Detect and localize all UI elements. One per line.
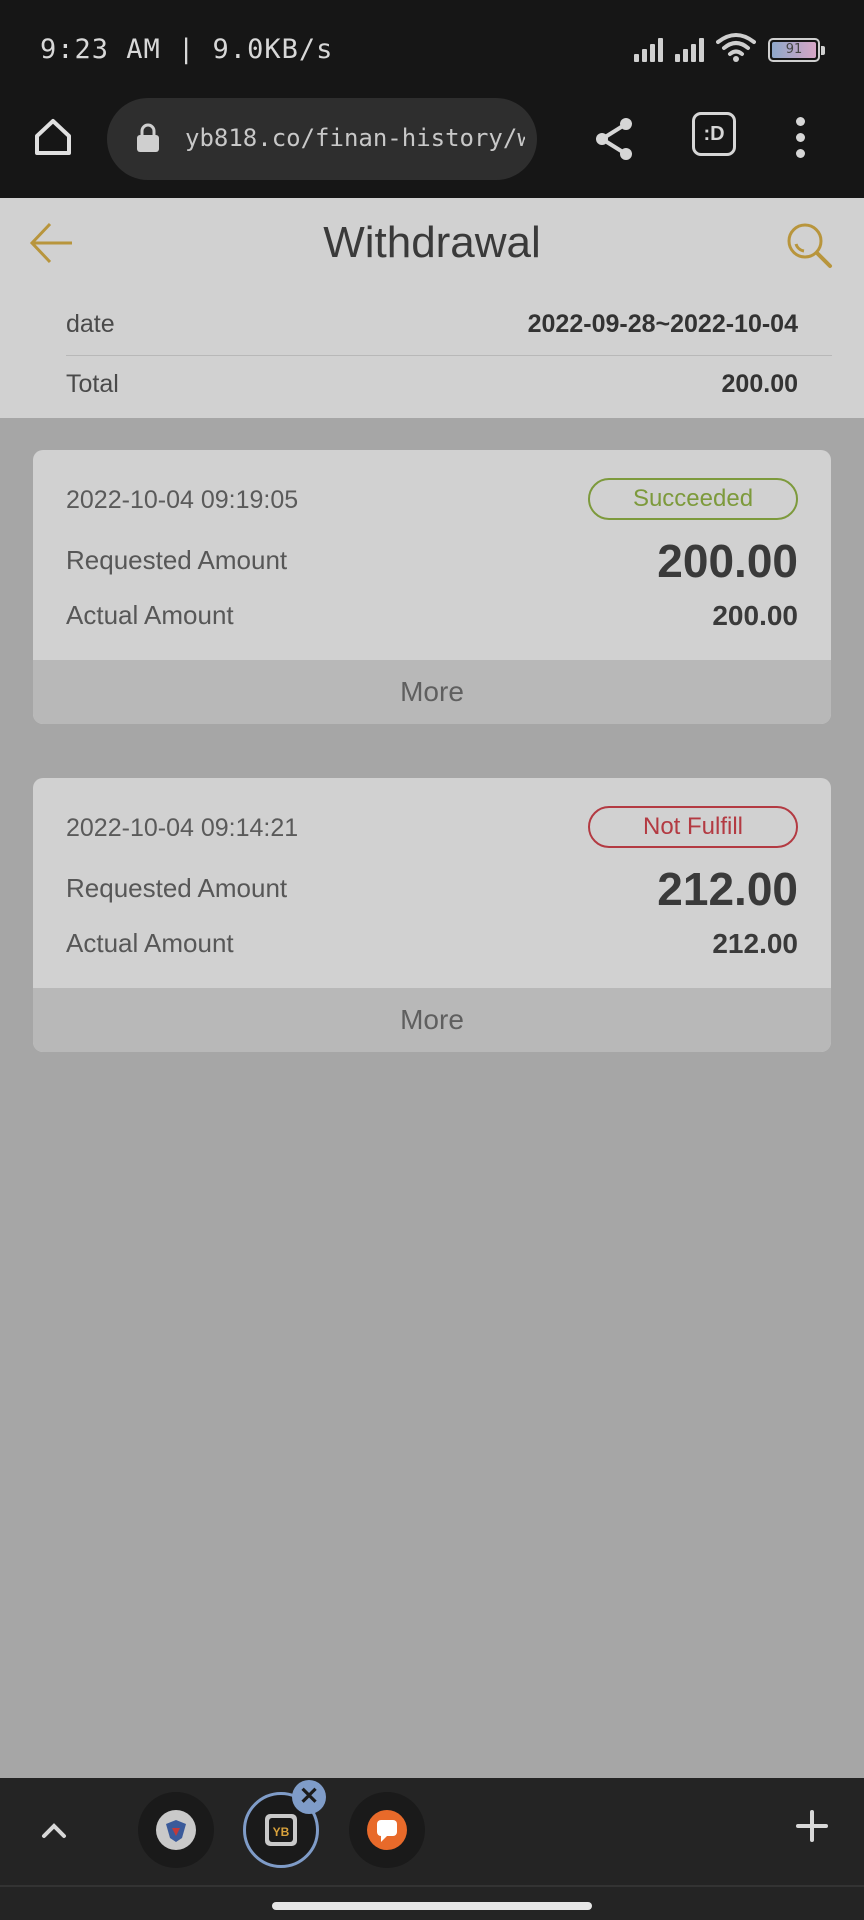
url-bar[interactable]: yb818.co/finan-history/withdrawal	[107, 98, 537, 180]
tabs-button[interactable]: :D	[692, 112, 736, 156]
divider	[66, 355, 832, 356]
record-time: 2022-10-04 09:19:05	[66, 486, 299, 514]
signal-icon	[634, 36, 663, 62]
plus-icon	[796, 1810, 828, 1842]
date-label: date	[66, 310, 115, 338]
more-vert-icon[interactable]	[790, 114, 810, 164]
search-button[interactable]	[784, 220, 834, 270]
actual-amount-label: Actual Amount	[66, 928, 234, 958]
actual-amount-value: 200.00	[712, 600, 798, 631]
bottom-tab-strip: YB ✕	[0, 1778, 864, 1920]
status-time: 9:23 AM | 9.0KB/s	[40, 34, 334, 65]
close-tab-button[interactable]: ✕	[292, 1780, 326, 1814]
yb-favicon-icon: YB	[265, 1814, 297, 1846]
url-text: yb818.co/finan-history/withdrawal	[185, 124, 525, 152]
actual-amount-label: Actual Amount	[66, 600, 234, 630]
requested-amount-value: 200.00	[657, 535, 798, 587]
new-tab-button[interactable]	[790, 1804, 834, 1848]
actual-amount-value: 212.00	[712, 928, 798, 959]
divider	[0, 1885, 864, 1887]
status-bar: 9:23 AM | 9.0KB/s 91	[0, 0, 864, 98]
lock-icon	[137, 123, 159, 152]
battery-level: 91	[772, 42, 816, 58]
more-button[interactable]: More	[33, 660, 831, 724]
total-label: Total	[66, 370, 119, 398]
requested-amount-label: Requested Amount	[66, 545, 288, 575]
date-row[interactable]: date 2022-09-28~2022-10-04	[66, 310, 798, 339]
chat-favicon-icon	[367, 1810, 407, 1850]
total-value: 200.00	[721, 370, 798, 398]
browser-toolbar: yb818.co/finan-history/withdrawal :D	[0, 98, 864, 198]
close-icon: ✕	[298, 1783, 320, 1810]
tab-thumbnail[interactable]	[138, 1792, 214, 1868]
battery-icon: 91	[768, 38, 825, 62]
signal-icon-2	[675, 36, 704, 62]
withdrawal-record: 2022-10-04 09:19:05 Succeeded Requested …	[33, 450, 831, 724]
chevron-up-icon	[42, 1823, 66, 1838]
status-badge: Succeeded	[588, 478, 798, 520]
expand-tabs-button[interactable]	[36, 1812, 72, 1848]
tab-thumbnail[interactable]	[349, 1792, 425, 1868]
record-time: 2022-10-04 09:14:21	[66, 814, 299, 842]
more-button[interactable]: More	[33, 988, 831, 1052]
home-icon	[35, 119, 71, 155]
requested-amount-value: 212.00	[657, 863, 798, 915]
home-button[interactable]	[28, 112, 78, 162]
search-icon	[787, 223, 832, 268]
status-icons: 91	[634, 32, 825, 62]
total-row: Total 200.00	[66, 370, 798, 399]
requested-amount-label: Requested Amount	[66, 873, 288, 903]
withdrawal-record: 2022-10-04 09:14:21 Not Fulfill Requeste…	[33, 778, 831, 1052]
share-button[interactable]	[590, 114, 640, 164]
site-favicon-icon	[156, 1810, 196, 1850]
home-indicator[interactable]	[272, 1902, 592, 1910]
date-range: 2022-09-28~2022-10-04	[527, 310, 798, 338]
page-header: Withdrawal date 2022-09-28~2022-10-04 To…	[0, 198, 864, 418]
wifi-icon	[716, 32, 756, 62]
page-title: Withdrawal	[323, 218, 541, 267]
svg-text:YB: YB	[273, 1825, 290, 1839]
status-badge: Not Fulfill	[588, 806, 798, 848]
share-icon	[596, 118, 632, 160]
